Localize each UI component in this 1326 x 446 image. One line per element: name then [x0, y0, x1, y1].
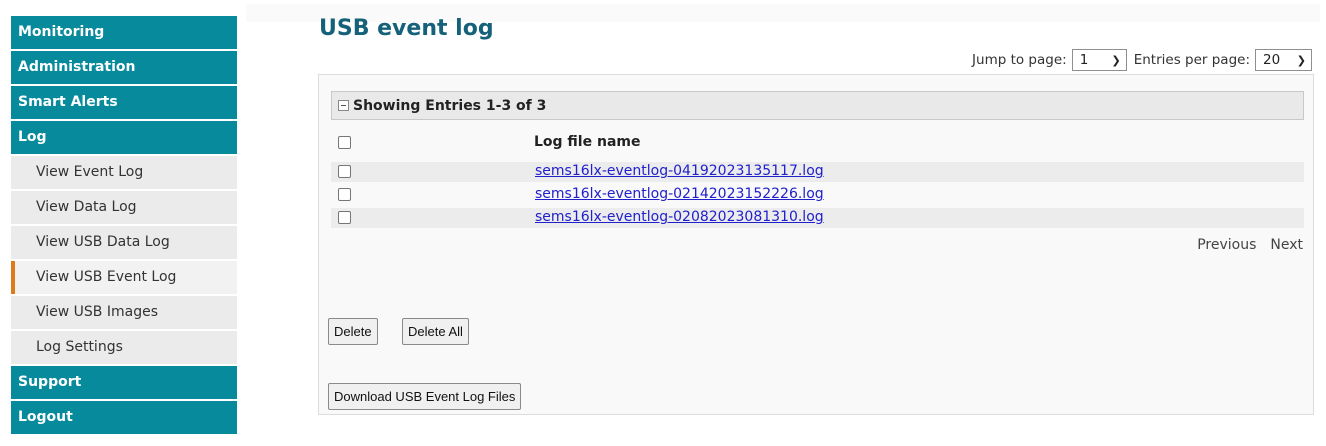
table-row: sems16lx-eventlog-02142023152226.log [331, 185, 1304, 205]
delete-all-button[interactable]: Delete All [402, 318, 469, 345]
jump-to-page-select[interactable]: 1 ❯ [1071, 49, 1127, 71]
entries-per-page-select[interactable]: 20 ❯ [1255, 49, 1312, 71]
nav-monitoring[interactable]: Monitoring [11, 16, 237, 51]
nav-support[interactable]: Support [11, 366, 237, 401]
table-header: Log file name [331, 130, 1304, 155]
page-title: USB event log [319, 16, 494, 41]
log-file-link[interactable]: sems16lx-eventlog-02142023152226.log [535, 186, 824, 202]
entries-per-page-value: 20 [1263, 52, 1281, 68]
nav-view-usb-data-log[interactable]: View USB Data Log [11, 226, 237, 261]
nav-administration[interactable]: Administration [11, 51, 237, 86]
nav-view-event-log[interactable]: View Event Log [11, 156, 237, 191]
nav-log[interactable]: Log [11, 121, 237, 156]
collapse-icon[interactable] [338, 100, 349, 111]
nav-smart-alerts[interactable]: Smart Alerts [11, 86, 237, 121]
chevron-down-icon: ❯ [1296, 53, 1306, 67]
jump-to-page-label: Jump to page: [972, 52, 1067, 68]
log-file-link[interactable]: sems16lx-eventlog-04192023135117.log [535, 163, 824, 179]
log-panel: Showing Entries 1-3 of 3 Log file name s… [318, 74, 1314, 415]
nav-view-usb-event-log[interactable]: View USB Event Log [11, 261, 237, 296]
pager-bottom: Previous Next [1197, 237, 1303, 253]
jump-to-page-value: 1 [1079, 52, 1089, 68]
nav-view-usb-event-log-label: View USB Event Log [36, 269, 177, 285]
nav-view-data-log[interactable]: View Data Log [11, 191, 237, 226]
nav-view-usb-images[interactable]: View USB Images [11, 296, 237, 331]
table-row: sems16lx-eventlog-04192023135117.log [331, 162, 1304, 182]
table-row: sems16lx-eventlog-02082023081310.log [331, 208, 1304, 228]
nav-log-settings[interactable]: Log Settings [11, 331, 237, 366]
chevron-down-icon: ❯ [1111, 53, 1121, 67]
select-all-checkbox[interactable] [338, 136, 351, 149]
log-file-link[interactable]: sems16lx-eventlog-02082023081310.log [535, 209, 824, 225]
download-usb-event-log-files-button[interactable]: Download USB Event Log Files [328, 383, 522, 410]
row-checkbox[interactable] [338, 188, 351, 201]
next-link[interactable]: Next [1270, 237, 1303, 253]
entries-per-page-label: Entries per page: [1133, 52, 1250, 68]
previous-link[interactable]: Previous [1197, 237, 1256, 253]
showing-entries-label: Showing Entries 1-3 of 3 [353, 97, 547, 114]
delete-button[interactable]: Delete [328, 318, 378, 345]
row-checkbox[interactable] [338, 211, 351, 224]
pager-top: Jump to page: 1 ❯ Entries per page: 20 ❯ [972, 49, 1312, 71]
sidebar: Monitoring Administration Smart Alerts L… [11, 16, 237, 436]
active-indicator [11, 261, 15, 294]
nav-logout[interactable]: Logout [11, 401, 237, 436]
row-checkbox[interactable] [338, 165, 351, 178]
column-header-log-file-name: Log file name [534, 134, 641, 150]
entries-bar[interactable]: Showing Entries 1-3 of 3 [331, 91, 1304, 120]
